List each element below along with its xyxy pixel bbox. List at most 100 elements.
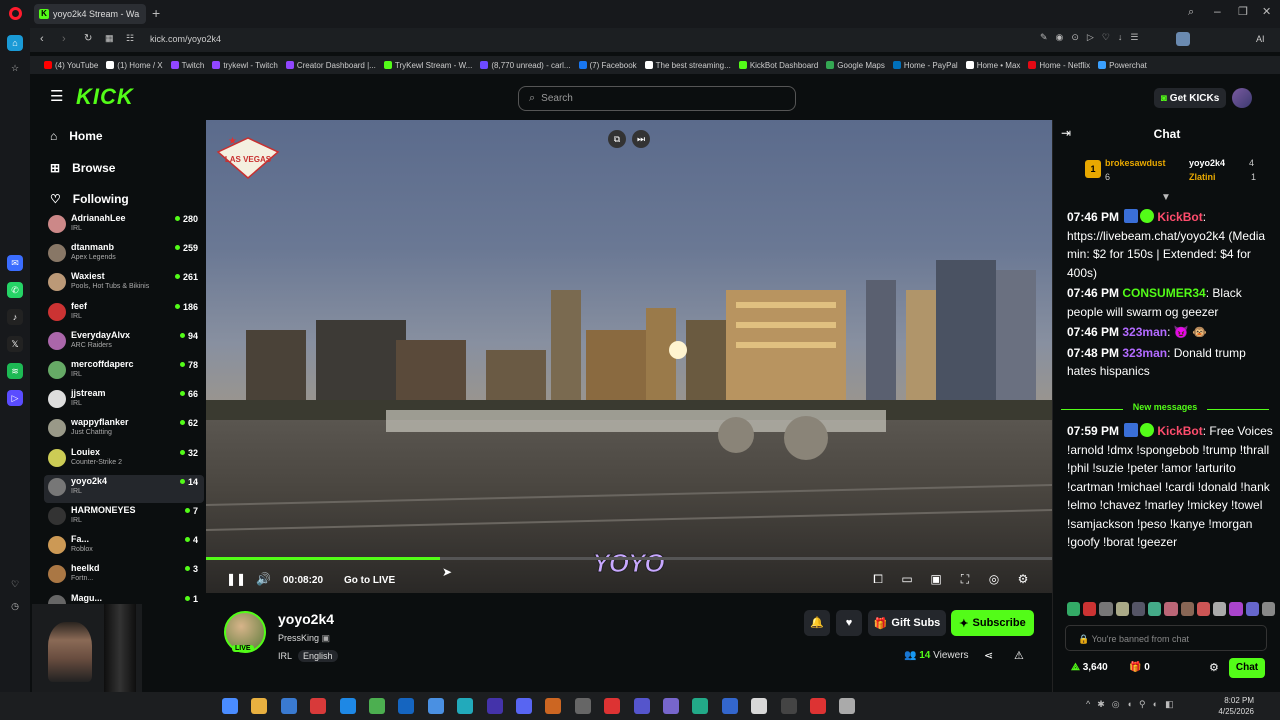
bookmark-item[interactable]: Home - Netflix [1028,61,1090,70]
emote-icon[interactable] [1148,602,1162,616]
taskbar-app-icon[interactable] [486,698,503,714]
gift-subs-button[interactable]: 🎁 Gift Subs [868,610,946,636]
bookmark-item[interactable]: (1) Home / X [106,61,163,70]
bookmark-item[interactable]: Powerchat [1098,61,1147,70]
settings-icon[interactable]: ⚙ [1016,572,1030,586]
emote-icon[interactable] [1083,602,1097,616]
site-info-icon[interactable]: ☷ [126,33,134,44]
tray-icons[interactable]: ^✱◎◖⚲◐◧ [1086,699,1181,710]
gifts-display[interactable]: 🎁 0 [1129,662,1150,673]
sidebar-channel[interactable]: heelkd Fortn... 3 [44,562,204,590]
emote-icon[interactable] [1213,602,1227,616]
taskbar-app-icon[interactable] [457,698,474,714]
emote-icon[interactable] [1180,602,1194,616]
taskbar-app-icon[interactable] [516,698,532,714]
taskbar-app-icon[interactable] [692,698,709,714]
bookmark-item[interactable]: (7) Facebook [578,61,637,70]
taskbar-app-icon[interactable] [369,698,385,714]
taskbar-app-icon[interactable] [574,698,591,714]
theater-icon[interactable]: ▭ [900,572,914,586]
sidebar-channel[interactable]: jjstream IRL 66 [44,387,204,415]
follow-heart-button[interactable]: ♥ [836,610,862,636]
emote-icon[interactable] [1115,602,1129,616]
taskbar-app-icon[interactable] [545,698,562,714]
taskbar-app-icon[interactable] [310,698,327,714]
heart-icon[interactable]: ♡ [7,576,23,592]
kick-logo[interactable]: KICK [76,84,134,110]
emote-icon[interactable] [1099,602,1113,616]
tag-category[interactable]: IRL [278,650,292,662]
taskbar-app-icon[interactable] [398,698,415,714]
whatsapp-icon[interactable]: ✆ [7,282,23,298]
leader-2-name[interactable]: yoyo2k4 [1189,158,1225,168]
emote-icon[interactable] [1229,602,1243,616]
bookmark-item[interactable]: Home • Max [965,61,1020,70]
sidebar-channel[interactable]: feef IRL 186 [44,300,204,328]
bookmark-item[interactable]: (8,770 unread) - carl... [480,61,571,70]
bookmark-item[interactable]: KickBot Dashboard [738,61,818,70]
nav-home[interactable]: ⌂ Home [50,129,103,143]
search-tabs-icon[interactable]: ⌕ [1188,6,1194,19]
taskbar-app-icon[interactable] [339,698,356,714]
search-input[interactable]: ⌕ Search [518,86,796,111]
emote-icon[interactable] [1164,602,1178,616]
pip-icon[interactable]: ⧉ [608,130,626,148]
report-icon[interactable]: ⚠ [1014,649,1024,662]
bookmark-item[interactable]: The best streaming... [644,61,731,70]
sidebar-channel[interactable]: EverydayAlvx ARC Raiders 94 [44,329,204,357]
emote-icon[interactable] [1196,602,1211,616]
message-user[interactable]: KickBot [1157,210,1202,224]
volume-icon[interactable]: 🔊 [256,572,271,586]
taskbar-app-icon[interactable] [839,698,856,714]
message-user[interactable]: CONSUMER34 [1122,286,1205,300]
emote-icon[interactable] [1261,602,1276,616]
bookmark-item[interactable]: Google Maps [826,61,885,70]
emote-icon[interactable] [1131,602,1146,616]
taskbar-app-icon[interactable] [427,698,444,714]
pause-icon[interactable]: ❚❚ [226,572,246,586]
streamer-name[interactable]: yoyo2k4 [278,611,334,627]
forward-icon[interactable]: › [62,33,66,45]
video-player[interactable]: LAS VEGAS ★ ⧉ ⏭ YOYO ❚❚ 🔊 00:08:20 Go to… [206,120,1052,593]
bookmark-item[interactable]: trykewl - Twitch [212,61,278,70]
close-window-button[interactable]: ✕ [1262,5,1271,18]
taskbar-app-icon[interactable] [251,698,268,714]
sidebar-channel[interactable]: mercoffdaperc IRL 78 [44,358,204,386]
x-icon[interactable]: 𝕏 [7,336,23,352]
emote-icon[interactable] [1067,602,1081,616]
clip-icon[interactable]: ⧠ [871,572,885,586]
menu-icon[interactable]: ☰ [50,87,63,105]
taskbar-app-icon[interactable] [604,698,621,714]
sidebar-channel[interactable]: Fa... Roblox 4 [44,533,204,561]
tab-grid-icon[interactable]: ▦ [105,33,114,44]
nav-following[interactable]: ♡ Following [50,192,129,206]
taskbar-app-icon[interactable] [721,698,738,714]
bookmark-item[interactable]: TryKewl Stream - W... [383,61,472,70]
chat-settings-icon[interactable]: ⚙ [1209,661,1219,674]
taskbar-app-icon[interactable] [663,698,679,714]
skip-icon[interactable]: ⏭ [632,130,650,148]
notify-bell-button[interactable]: 🔔 [804,610,830,636]
ai-button[interactable]: AI [1256,34,1265,44]
chat-send-button[interactable]: Chat [1229,658,1265,678]
go-to-live-button[interactable]: Go to LIVE [344,575,395,586]
message-user[interactable]: 323man [1122,346,1167,360]
taskbar-app-icon[interactable] [810,698,826,714]
taskbar-app-icon[interactable] [280,698,297,714]
message-user[interactable]: 323man [1122,325,1167,339]
bookmark-item[interactable]: Home - PayPal [892,61,958,70]
emote-icon[interactable] [1245,602,1259,616]
miniplayer-icon[interactable]: ▣ [929,572,943,586]
sidebar-channel[interactable]: HARMONEYES IRL 7 [44,504,204,532]
maximize-button[interactable]: ❐ [1238,5,1248,18]
subscribe-button[interactable]: ✦ Subscribe [951,610,1034,636]
profile-avatar[interactable] [1176,32,1190,46]
new-tab-button[interactable]: + [152,5,160,21]
share-icon[interactable]: ⋖ [984,649,993,662]
sidebar-channel[interactable]: yoyo2k4 IRL 14 [44,474,204,503]
tiktok-icon[interactable]: ♪ [7,309,23,325]
home-icon[interactable]: ⌂ [7,35,23,51]
taskbar-app-icon[interactable] [780,698,797,714]
emote-bar[interactable] [1067,602,1276,618]
user-avatar[interactable] [1232,88,1252,108]
